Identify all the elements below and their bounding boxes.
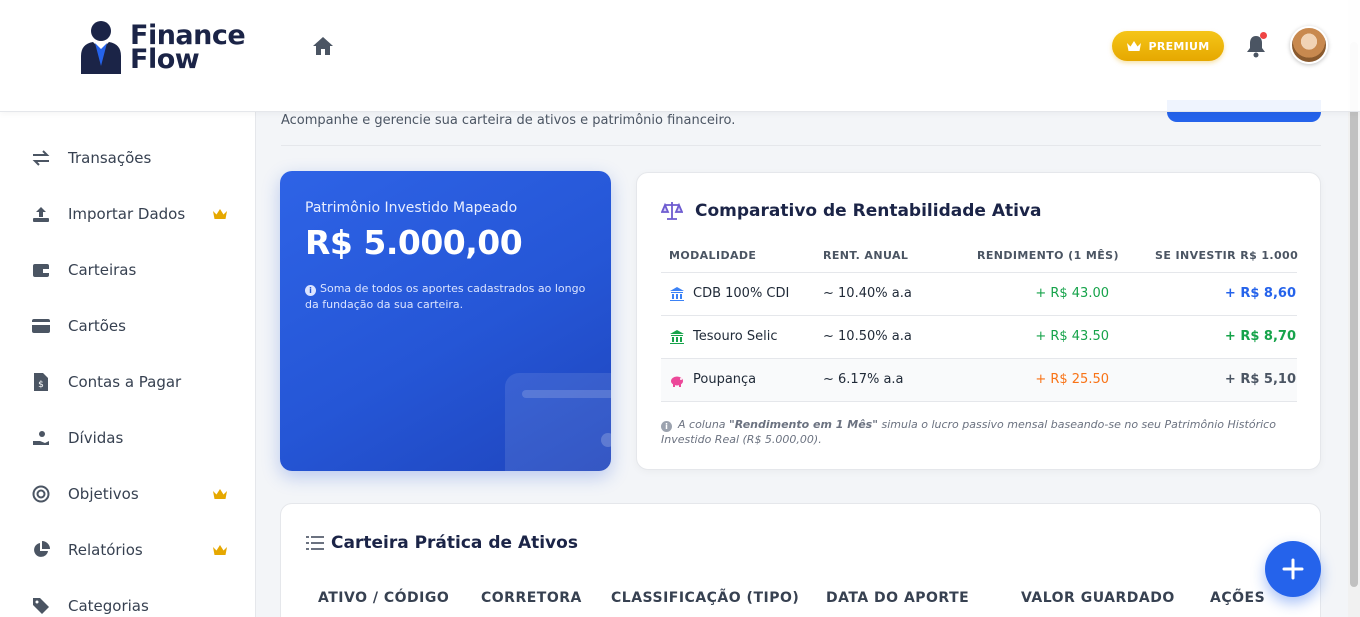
patrimonio-note: i Soma de todos os aportes cadastrados ao… [305,281,595,313]
carteira-title: Carteira Prática de Ativos [331,533,578,553]
sidebar-item-transacoes[interactable]: Transações [0,138,256,178]
sidebar-item-label: Dívidas [68,429,124,447]
upload-icon [32,205,50,223]
premium-label: PREMIUM [1148,39,1210,53]
comparativo-title: Comparativo de Rentabilidade Ativa [695,201,1042,221]
table-row: Poupança ~ 6.17% a.a + R$ 25.50 + R$ 5,1… [661,359,1297,401]
comparativo-footnote: iA coluna "Rendimento em 1 Mês" simula o… [661,417,1291,447]
modalidade-cell: CDB 100% CDI [693,286,790,301]
premium-crown-icon [213,545,227,555]
page-subtitle: Acompanhe e gerencie sua carteira de ati… [281,113,736,128]
comparativo-card: Comparativo de Rentabilidade Ativa MODAL… [636,172,1321,470]
sidebar-item-label: Carteiras [68,261,137,279]
patrimonio-note-text: Soma de todos os aportes cadastrados ao … [305,282,586,311]
sidebar-item-label: Importar Dados [68,205,186,223]
se-investir-cell: + R$ 5,10 [1224,372,1296,387]
info-icon: i [661,421,672,432]
piggy-bank-icon [671,376,683,387]
column-header-corretora: CORRETORA [481,590,582,606]
patrimonio-value: R$ 5.000,00 [305,223,523,262]
footnote-prefix: A coluna [678,418,730,431]
top-header: Finance Flow PREMIUM [0,0,1360,112]
sidebar: Transações Importar Dados Carteiras Cart… [0,112,256,617]
premium-crown-icon [213,489,227,499]
sidebar-item-cartoes[interactable]: Cartões [0,306,256,346]
table-row: Tesouro Selic ~ 10.50% a.a + R$ 43.50 + … [661,316,1297,358]
sidebar-item-label: Categorias [68,597,149,615]
sidebar-item-contas-a-pagar[interactable]: $ Contas a Pagar [0,362,256,402]
sidebar-item-categorias[interactable]: Categorias [0,586,256,617]
sidebar-item-label: Contas a Pagar [68,373,182,391]
column-header-classificacao: CLASSIFICAÇÃO (TIPO) [611,590,800,606]
column-header-acoes: AÇÕES [1210,590,1266,606]
list-icon [306,536,324,550]
scrollbar-thumb[interactable] [1350,42,1358,587]
sidebar-item-label: Objetivos [68,485,139,503]
carteira-card: Carteira Prática de Ativos ATIVO / CÓDIG… [280,503,1321,617]
arrows-exchange-icon [32,149,50,167]
column-header-rendimento: RENDIMENTO (1 MÊS) [977,249,1119,262]
column-header-modalidade: MODALIDADE [669,249,757,262]
footnote-bold: "Rendimento em 1 Mês" [729,418,878,431]
sidebar-item-relatorios[interactable]: Relatórios [0,530,256,570]
wallet-icon [32,261,50,279]
sidebar-item-label: Cartões [68,317,126,335]
premium-button[interactable]: PREMIUM [1112,31,1224,61]
sidebar-item-importar-dados[interactable]: Importar Dados [0,194,256,234]
row-divider [661,401,1297,402]
user-avatar[interactable] [1290,26,1328,64]
notification-bell-icon[interactable] [1245,32,1267,58]
crown-icon [1127,41,1142,51]
divider [281,145,1321,146]
hand-money-icon [32,429,50,447]
home-icon[interactable] [311,34,335,58]
wallet-decoration-dot [601,433,611,447]
sidebar-item-dividas[interactable]: Dívidas [0,418,256,458]
sidebar-item-label: Relatórios [68,541,143,559]
sidebar-item-label: Transações [68,149,152,167]
tag-icon [32,597,50,615]
patrimonio-card: Patrimônio Investido Mapeado R$ 5.000,00… [280,171,611,471]
pie-chart-icon [32,541,50,559]
notification-dot [1260,32,1267,39]
se-investir-cell: + R$ 8,60 [1224,286,1296,301]
bank-icon [670,330,684,344]
sidebar-item-objetivos[interactable]: Objetivos [0,474,256,514]
plus-icon [1282,558,1304,580]
rendimento-cell: + R$ 43.50 [1035,329,1109,344]
column-header-rent-anual: RENT. ANUAL [823,249,909,262]
bank-icon [670,287,684,301]
table-row: CDB 100% CDI ~ 10.40% a.a + R$ 43.00 + R… [661,273,1297,315]
rent-anual-cell: ~ 10.40% a.a [823,286,912,301]
svg-text:$: $ [38,380,44,390]
patrimonio-title: Patrimônio Investido Mapeado [305,200,518,216]
wallet-decoration-stripe [522,390,611,398]
rendimento-cell: + R$ 25.50 [1035,372,1109,387]
column-header-valor-guardado: VALOR GUARDADO [1021,590,1175,606]
wallet-decoration-icon [505,373,611,471]
target-icon [32,485,50,503]
rent-anual-cell: ~ 10.50% a.a [823,329,912,344]
modalidade-cell: Tesouro Selic [693,329,778,344]
logo-line-2: Flow [130,44,200,75]
column-header-ativo: ATIVO / CÓDIGO [318,590,450,606]
rent-anual-cell: ~ 6.17% a.a [823,372,904,387]
scale-icon [661,202,683,220]
sidebar-item-carteiras[interactable]: Carteiras [0,250,256,290]
column-header-se-investir: SE INVESTIR R$ 1.000 [1155,249,1299,262]
credit-card-icon [32,317,50,335]
app-logo[interactable]: Finance Flow [78,20,246,76]
add-floating-button[interactable] [1265,541,1321,597]
invoice-icon: $ [32,373,50,391]
info-icon: i [305,285,316,296]
premium-crown-icon [213,209,227,219]
businessman-logo-icon [78,20,124,76]
column-header-data-aporte: DATA DO APORTE [826,590,970,606]
rendimento-cell: + R$ 43.00 [1035,286,1109,301]
se-investir-cell: + R$ 8,70 [1224,329,1296,344]
modalidade-cell: Poupança [693,372,757,387]
